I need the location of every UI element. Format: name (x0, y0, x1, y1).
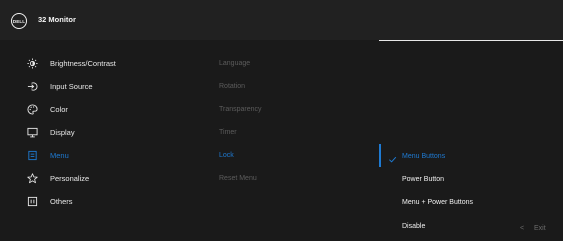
menu-item-color[interactable]: Color (0, 99, 210, 121)
option-disable[interactable]: Disable (402, 223, 425, 230)
submenu-item-language[interactable]: Language (219, 60, 250, 67)
submenu-item-timer[interactable]: Timer (219, 129, 237, 136)
menu-item-label: Display (50, 128, 75, 137)
menu-item-label: Color (50, 105, 68, 114)
exit-button[interactable]: Exit (534, 225, 546, 232)
osd-header: DELL 32 Monitor (0, 0, 563, 40)
menu-item-label: Brightness/Contrast (50, 59, 116, 68)
option-menu-buttons[interactable]: Menu Buttons (402, 153, 445, 160)
sun-icon (26, 57, 39, 70)
menu-item-label: Others (50, 197, 73, 206)
checkmark-icon (388, 151, 397, 163)
submenu-item-reset-menu[interactable]: Reset Menu (219, 175, 257, 182)
submenu-item-lock[interactable]: Lock (219, 152, 234, 159)
header-divider (379, 40, 563, 41)
others-icon (26, 195, 39, 208)
chevron-left-icon[interactable]: < (520, 225, 524, 232)
monitor-title: 32 Monitor (38, 15, 76, 24)
menu-item-brightness-contrast[interactable]: Brightness/Contrast (0, 53, 210, 75)
menu-item-label: Menu (50, 151, 69, 160)
menu-item-label: Personalize (50, 174, 90, 183)
selection-indicator (379, 144, 381, 167)
menu-item-menu[interactable]: Menu (0, 145, 210, 167)
menu-item-personalize[interactable]: Personalize (0, 168, 210, 190)
star-icon (26, 172, 39, 185)
option-power-button[interactable]: Power Button (402, 176, 444, 183)
menu-icon (26, 149, 39, 162)
menu-item-label: Input Source (50, 82, 93, 91)
option-menu-power-buttons[interactable]: Menu + Power Buttons (402, 199, 473, 206)
monitor-icon (26, 126, 39, 139)
dell-logo: DELL (11, 13, 27, 29)
logo-text: DELL (12, 18, 26, 24)
submenu-item-rotation[interactable]: Rotation (219, 83, 245, 90)
monitor-osd: DELL 32 Monitor Brightness/Contrast Inpu… (0, 0, 563, 241)
menu-item-display[interactable]: Display (0, 122, 210, 144)
palette-icon (26, 103, 39, 116)
input-icon (26, 80, 39, 93)
menu-item-others[interactable]: Others (0, 191, 210, 213)
menu-item-input-source[interactable]: Input Source (0, 76, 210, 98)
submenu-item-transparency[interactable]: Transparency (219, 106, 262, 113)
